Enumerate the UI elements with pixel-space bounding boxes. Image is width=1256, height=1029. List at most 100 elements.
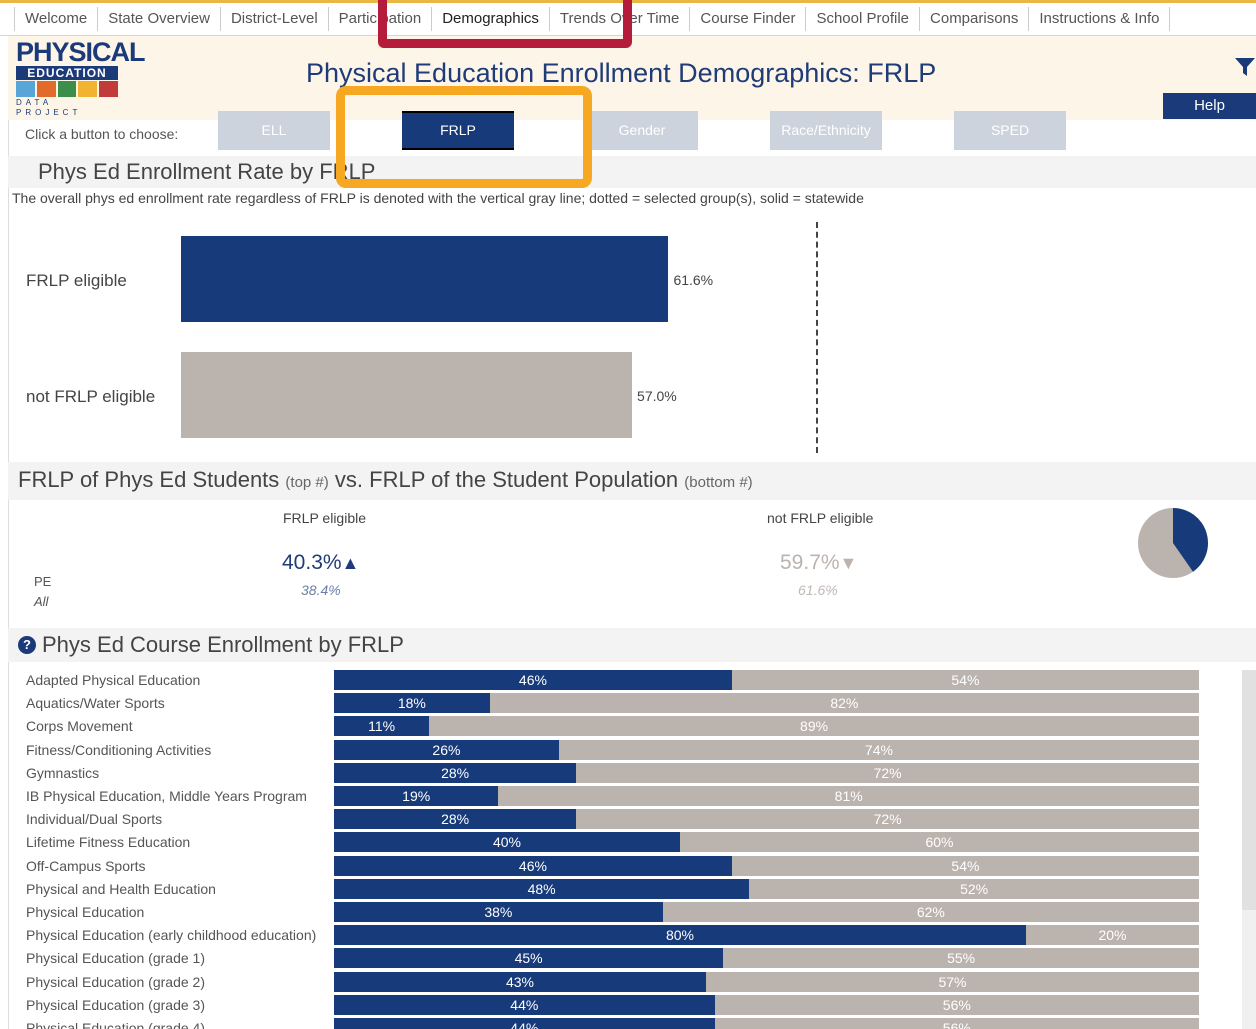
course-label: Physical Education (grade 1)	[26, 950, 205, 967]
course-not-frlp-percent: 81%	[834, 788, 863, 804]
course-bar[interactable]: 26% 74%	[334, 739, 1199, 760]
course-not-frlp-percent: 54%	[951, 857, 980, 874]
course-bar[interactable]: 44% 56%	[334, 1018, 1199, 1029]
course-bar[interactable]: 48% 52%	[334, 878, 1199, 899]
share-row-label-all: All	[34, 594, 49, 609]
course-label: Corps Movement	[26, 718, 133, 735]
course-bar-not-frlp-segment: 20%	[1026, 925, 1199, 946]
rate-value-label: 61.6%	[673, 272, 714, 288]
frlp-share-pie-chart	[1138, 508, 1208, 578]
course-label: Adapted Physical Education	[26, 672, 201, 688]
course-frlp-percent: 28%	[441, 811, 470, 828]
nav-tab-course-finder[interactable]: Course Finder	[690, 7, 807, 31]
course-label: Off-Campus Sports	[26, 857, 146, 874]
nav-tab-district-level[interactable]: District-Level	[221, 7, 329, 31]
course-not-frlp-percent: 72%	[873, 764, 902, 781]
course-frlp-percent: 48%	[527, 880, 556, 897]
course-bar[interactable]: 18% 82%	[334, 693, 1199, 714]
course-frlp-percent: 80%	[665, 927, 695, 944]
course-bar[interactable]: 80% 20%	[334, 925, 1199, 946]
course-bar[interactable]: 28% 72%	[334, 809, 1199, 830]
course-bar-not-frlp-segment: 54%	[731, 855, 1199, 876]
course-label: Physical Education (grade 2)	[26, 973, 205, 990]
share-title-part2: vs. FRLP of the Student Population	[334, 467, 679, 492]
course-bar[interactable]: 46% 54%	[334, 670, 1199, 690]
course-bar-frlp-segment: 38%	[334, 902, 663, 922]
course-bar[interactable]: 44% 56%	[334, 994, 1199, 1015]
scrollbar-thumb[interactable]	[1242, 670, 1256, 910]
rate-row-label: FRLP eligible	[26, 271, 127, 290]
filter-icon[interactable]	[1234, 56, 1256, 78]
share-column-head-frlp: FRLP eligible	[283, 510, 367, 526]
share-column-head-not-frlp: not FRLP eligible	[767, 510, 874, 526]
course-frlp-percent: 28%	[441, 764, 470, 781]
nav-tab-state-overview[interactable]: State Overview	[98, 7, 221, 31]
course-frlp-percent: 43%	[505, 973, 534, 990]
course-not-frlp-percent: 56%	[942, 1020, 971, 1029]
choose-sped-button[interactable]: SPED	[954, 111, 1066, 150]
course-bar[interactable]: 19% 81%	[334, 786, 1199, 806]
share-pe-not-frlp-value: 59.7%▼	[780, 551, 857, 575]
course-bar-not-frlp-segment: 56%	[714, 1018, 1199, 1029]
course-label: Physical Education (grade 3)	[26, 996, 205, 1013]
course-not-frlp-percent: 54%	[951, 672, 980, 688]
choose-ell-button[interactable]: ELL	[218, 111, 330, 150]
course-not-frlp-percent: 72%	[873, 811, 902, 828]
course-bar-not-frlp-segment: 62%	[662, 902, 1199, 922]
question-icon[interactable]: ?	[18, 636, 36, 654]
course-frlp-percent: 18%	[397, 695, 426, 712]
overall-reference-line	[816, 222, 818, 453]
course-not-frlp-percent: 74%	[864, 741, 893, 758]
logo-text-1: PHYSICAL	[16, 37, 146, 67]
course-bar[interactable]: 11% 89%	[334, 716, 1199, 737]
course-label: Physical Education	[26, 904, 145, 920]
help-button[interactable]: Help	[1163, 93, 1256, 119]
course-frlp-percent: 19%	[402, 788, 431, 804]
course-bar[interactable]: 46% 54%	[334, 855, 1199, 876]
course-bar-frlp-segment: 80%	[334, 925, 1026, 946]
rate-value-label: 57.0%	[637, 388, 677, 404]
nav-tab-school-profile[interactable]: School Profile	[806, 7, 921, 31]
course-bar-not-frlp-segment: 57%	[705, 971, 1199, 992]
rate-section-title: Phys Ed Enrollment Rate by FRLP	[38, 159, 376, 184]
course-not-frlp-percent: 82%	[830, 695, 859, 712]
course-bar[interactable]: 40% 60%	[334, 832, 1199, 853]
rate-bar-not-frlp	[181, 352, 633, 438]
course-bar[interactable]: 38% 62%	[334, 902, 1199, 922]
rate-section-note: The overall phys ed enrollment rate rega…	[12, 190, 864, 206]
choose-race-ethnicity-button[interactable]: Race/Ethnicity	[770, 111, 882, 150]
course-bar-not-frlp-segment: 81%	[498, 786, 1199, 806]
course-bar-frlp-segment: 46%	[334, 670, 732, 690]
nav-tab-instructions-info[interactable]: Instructions & Info	[1029, 7, 1171, 31]
chooser-label: Click a button to choose:	[25, 126, 179, 142]
course-frlp-percent: 40%	[492, 834, 522, 851]
course-bar-frlp-segment: 18%	[334, 693, 490, 714]
nav-tab-welcome[interactable]: Welcome	[14, 7, 99, 31]
course-label: Physical Education (early childhood educ…	[26, 927, 317, 944]
share-all-not-frlp-value: 61.6%	[798, 582, 838, 598]
rate-bar-frlp	[181, 236, 669, 322]
logo-text-2: EDUCATION	[16, 66, 118, 80]
course-section-title: Phys Ed Course Enrollment by FRLP	[42, 632, 404, 657]
nav-tab-comparisons[interactable]: Comparisons	[920, 7, 1030, 31]
choose-gender-button[interactable]: Gender	[586, 111, 698, 150]
course-bar-not-frlp-segment: 54%	[731, 670, 1199, 690]
course-not-frlp-percent: 57%	[938, 973, 967, 990]
course-label: Physical Education (grade 4)	[26, 1020, 205, 1029]
course-bar[interactable]: 43% 57%	[334, 971, 1199, 992]
course-label: Gymnastics	[26, 764, 100, 781]
course-bar-not-frlp-segment: 89%	[429, 716, 1199, 737]
course-bar-not-frlp-segment: 72%	[576, 809, 1199, 830]
course-bar[interactable]: 28% 72%	[334, 762, 1199, 783]
share-title-bottom-note: (bottom #)	[684, 474, 753, 491]
course-bar-not-frlp-segment: 60%	[680, 832, 1199, 853]
course-bar-frlp-segment: 28%	[334, 762, 577, 783]
course-bar-frlp-segment: 40%	[334, 832, 680, 853]
rate-row-label: not FRLP eligible	[26, 387, 156, 406]
course-bar-frlp-segment: 44%	[334, 1018, 715, 1029]
course-bar[interactable]: 45% 55%	[334, 948, 1199, 969]
course-not-frlp-percent: 62%	[916, 904, 945, 920]
logo-text-3: DATA PROJECT	[16, 98, 82, 117]
course-frlp-percent: 44%	[510, 996, 539, 1013]
logo: PHYSICAL EDUCATION DATA PROJECT	[16, 37, 146, 117]
